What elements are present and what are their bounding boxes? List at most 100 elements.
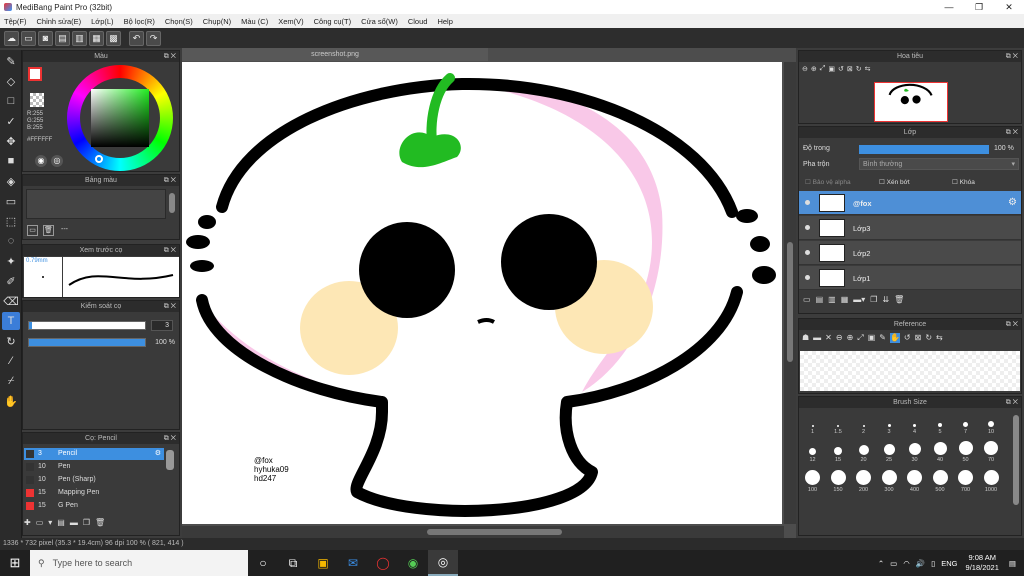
reference-actual-icon[interactable]: ▣ (868, 333, 876, 343)
duplicate-layer-icon[interactable]: ❐ (870, 295, 877, 304)
visibility-icon[interactable] (805, 275, 810, 280)
brush-size-option[interactable]: 200 (851, 470, 876, 493)
shape-tool-icon[interactable]: □ (2, 92, 20, 110)
panel-close-icon[interactable]: ⧉ ✕ (1006, 397, 1018, 408)
menu-color[interactable]: Màu (C) (241, 17, 268, 26)
menu-edit[interactable]: Chỉnh sửa(E) (37, 17, 82, 26)
select-tool-icon[interactable]: ⬚ (2, 212, 20, 230)
dot-tool-icon[interactable]: ✓ (2, 112, 20, 130)
lock-checkbox[interactable]: ☐ Khóa (952, 178, 975, 186)
notifications-icon[interactable]: ▤ (1009, 559, 1016, 568)
windows-start-icon[interactable]: ⊞ (0, 550, 30, 576)
add-brush-icon[interactable]: ✚ (24, 518, 31, 534)
brush-item-pen[interactable]: 10 Pen (24, 461, 164, 473)
clipping-checkbox[interactable]: ☐ Xén bớt (879, 178, 910, 186)
store-icon[interactable]: ▣ (308, 550, 338, 576)
reset-rotation-icon[interactable]: ⊠ (847, 65, 853, 73)
fill-rect-tool-icon[interactable]: ■ (2, 152, 20, 170)
navigator-thumbnail[interactable] (874, 82, 948, 122)
panel-close-icon[interactable]: ⧉ ✕ (164, 433, 176, 444)
eraser-tool-icon[interactable]: ◇ (2, 72, 20, 90)
foreground-color-swatch[interactable] (28, 67, 42, 81)
chevron-up-icon[interactable]: ⌃ (878, 559, 884, 568)
menu-view[interactable]: Xem(V) (278, 17, 303, 26)
panel-close-icon[interactable]: ⧉ ✕ (1006, 51, 1018, 62)
new-file-icon[interactable]: ▭ (21, 30, 36, 46)
close-button[interactable]: ✕ (994, 0, 1024, 14)
lasso-tool-icon[interactable]: ◌ (2, 232, 20, 250)
brush-size-option[interactable]: 150 (826, 470, 851, 493)
new-halftone-layer-icon[interactable]: ▤ (816, 295, 824, 304)
brush-size-option[interactable]: 500 (928, 470, 953, 493)
medibang-taskbar-icon[interactable]: ◎ (428, 550, 458, 576)
blend-mode-select[interactable]: Bình thường ▾ (859, 158, 1019, 170)
layer-folder-icon[interactable]: ▬▾ (853, 295, 865, 304)
vertical-scrollbar[interactable] (784, 62, 796, 524)
new-layer-icon[interactable]: ▭ (803, 295, 811, 304)
layer-row[interactable]: Lớp1 (799, 266, 1021, 290)
brush-item-mapping-pen[interactable]: 15 Mapping Pen (24, 487, 164, 499)
magic-wand-tool-icon[interactable]: ✦ (2, 252, 20, 270)
rotate-left-icon[interactable]: ↺ (838, 65, 844, 73)
brush-size-scrollbar[interactable] (1013, 415, 1019, 505)
brush-settings-icon[interactable]: ⚙ (155, 448, 161, 460)
rotate-right-icon[interactable]: ↻ (856, 65, 862, 73)
brush-size-option[interactable]: 7 (953, 422, 978, 435)
operation-tool-icon[interactable]: ↻ (2, 332, 20, 350)
layer-row[interactable]: @fox ⚙ (799, 191, 1021, 215)
undo-button[interactable]: ↶ (129, 30, 144, 46)
new-brush-icon[interactable]: ▭ (36, 518, 44, 534)
panel-close-icon[interactable]: ⧉ ✕ (164, 245, 176, 256)
brush-tool-icon[interactable]: ✎ (2, 52, 20, 70)
transparent-color-swatch[interactable] (30, 93, 44, 107)
duplicate-brush-icon[interactable]: ❐ (83, 518, 90, 534)
select-pen-tool-icon[interactable]: ✐ (2, 272, 20, 290)
brush-opacity-slider[interactable] (28, 338, 146, 347)
brush-item-g-pen[interactable]: 15 G Pen (24, 500, 164, 512)
reference-folder-icon[interactable]: ▬ (813, 333, 821, 343)
delete-layer-icon[interactable]: 🗑 (894, 295, 904, 304)
hand-tool-icon[interactable]: ✋ (2, 392, 20, 410)
bucket-tool-icon[interactable]: ◈ (2, 172, 20, 190)
panel-close-icon[interactable]: ⧉ ✕ (1006, 127, 1018, 138)
brush-size-option[interactable]: 70 (979, 441, 1004, 463)
brush-item-pen-sharp[interactable]: 10 Pen (Sharp) (24, 474, 164, 486)
visibility-icon[interactable] (805, 225, 810, 230)
divide-tool-icon[interactable]: ⁄ (2, 352, 20, 370)
palette-swatch-area[interactable] (26, 189, 166, 219)
menu-tools[interactable]: Công cụ(T) (314, 17, 352, 26)
drawing[interactable]: @fox hyhuka09 hd247 (182, 62, 782, 524)
comment-icon[interactable]: ◙ (38, 30, 53, 46)
task-view-icon[interactable]: ⧉ (278, 550, 308, 576)
taskbar-search[interactable]: ⚲ Type here to search (30, 550, 248, 576)
visibility-icon[interactable] (805, 200, 810, 205)
reference-canvas[interactable] (800, 351, 1020, 391)
brush-size-option[interactable]: 10 (979, 421, 1004, 435)
open-reference-icon[interactable]: ☗ (802, 333, 809, 343)
brush-size-option[interactable]: 1.5 (826, 425, 851, 435)
fit-icon[interactable]: ⤢ (820, 65, 826, 73)
brush-size-slider[interactable] (28, 321, 146, 330)
zoom-out-icon[interactable]: ⊖ (802, 65, 808, 73)
saturation-value-box[interactable] (91, 89, 149, 147)
document-tab[interactable]: screenshot.png (182, 48, 488, 61)
palette-scrollbar[interactable] (169, 193, 175, 213)
opera-icon[interactable]: ◯ (368, 550, 398, 576)
layer-opacity-slider[interactable] (859, 145, 989, 154)
layer-row[interactable]: Lớp2 (799, 241, 1021, 265)
flip-icon[interactable]: ⇆ (865, 65, 871, 73)
brush-size-value[interactable]: 3 (151, 320, 173, 331)
palette-more[interactable]: --- (61, 226, 68, 233)
reference-hand-icon[interactable]: ✋ (889, 333, 900, 343)
mail-icon[interactable]: ✉ (338, 550, 368, 576)
protect-alpha-checkbox[interactable]: ☐ Bảo vệ alpha (805, 178, 851, 186)
palette-mode-icon[interactable]: ◉ (35, 155, 47, 167)
close-reference-icon[interactable]: ✕ (825, 333, 832, 343)
brush-size-option[interactable]: 12 (800, 448, 825, 463)
panel-close-icon[interactable]: ⧉ ✕ (164, 51, 176, 62)
zoom-in-icon[interactable]: ⊕ (811, 65, 817, 73)
hue-handle[interactable] (95, 155, 103, 163)
brush-size-option[interactable]: 25 (877, 444, 902, 463)
brush-size-option[interactable]: 1000 (979, 470, 1004, 493)
brush-size-option[interactable]: 5 (928, 423, 953, 435)
